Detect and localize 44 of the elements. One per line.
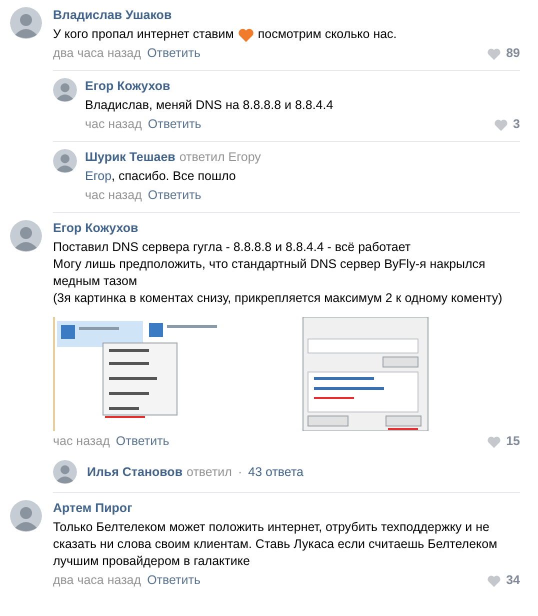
avatar[interactable] [10,220,42,252]
reply-link[interactable]: Ответить [148,116,202,133]
avatar[interactable] [53,149,77,173]
like-count: 89 [506,45,520,62]
reply-link[interactable]: Ответить [116,433,170,450]
author-name[interactable]: Шурик Тешаев [85,149,176,166]
comment-text: Владислав, меняй DNS на 8.8.8.8 и 8.8.4.4 [85,97,334,114]
separator-dot: · [238,464,242,480]
author-name[interactable]: Артем Пирог [53,500,132,517]
comment-text: У кого пропал интернет ставим [53,26,234,43]
comment-time: час назад [85,116,142,133]
comment-text: Поставил DNS сервера гугла - 8.8.8.8 и 8.8.4.4 - всё работает [53,239,412,256]
reply-link[interactable]: Ответить [147,572,200,589]
replies-count-link[interactable]: 43 ответа [248,464,304,480]
like-count: 34 [506,572,520,589]
avatar[interactable] [10,500,42,532]
like-count: 3 [513,116,520,133]
heart-icon [238,28,254,42]
author-name[interactable]: Егор Кожухов [53,220,138,237]
like-icon[interactable] [487,574,502,586]
comment-text: (3я картинка в коментах снизу, прикрепляется максимум 2 к одному коменту) [53,290,504,307]
author-name[interactable]: Владислав Ушаков [53,7,172,24]
author-name[interactable]: Егор Кожухов [85,78,170,95]
comment-text: , спасибо. Все пошло [112,168,236,185]
comment-time: час назад [85,187,142,204]
avatar[interactable] [53,78,77,102]
replied-label: ответил [186,464,232,480]
comment-time: час назад [53,433,110,450]
like-count: 15 [506,433,520,450]
like-icon[interactable] [487,48,502,60]
like-icon[interactable] [487,436,502,448]
comment-text: посмотрим сколько нас. [258,26,397,43]
replied-to-label: ответил Егору [179,149,261,166]
like-icon[interactable] [494,118,508,130]
comment-text: Могу лишь предположить, что стандартный DNS сервер ByFly-я накрылся медным тазом [53,256,486,290]
comment-time: два часа назад [53,572,142,589]
author-name[interactable]: Илья Становов [87,464,183,480]
comment-text: Только Белтелеком может положить интернет, отрубить техподдержку и не сказать ни слова своим клиентам. Ставь Лукаса если считаешь Белтелеком лучшим провайдером в галактике [53,519,498,570]
mention-link[interactable]: Егор [85,168,112,185]
avatar[interactable] [10,7,42,39]
reply-link[interactable]: Ответить [147,45,200,62]
comment-time: два часа назад [53,45,142,62]
avatar[interactable] [53,460,77,484]
reply-link[interactable]: Ответить [148,187,202,204]
